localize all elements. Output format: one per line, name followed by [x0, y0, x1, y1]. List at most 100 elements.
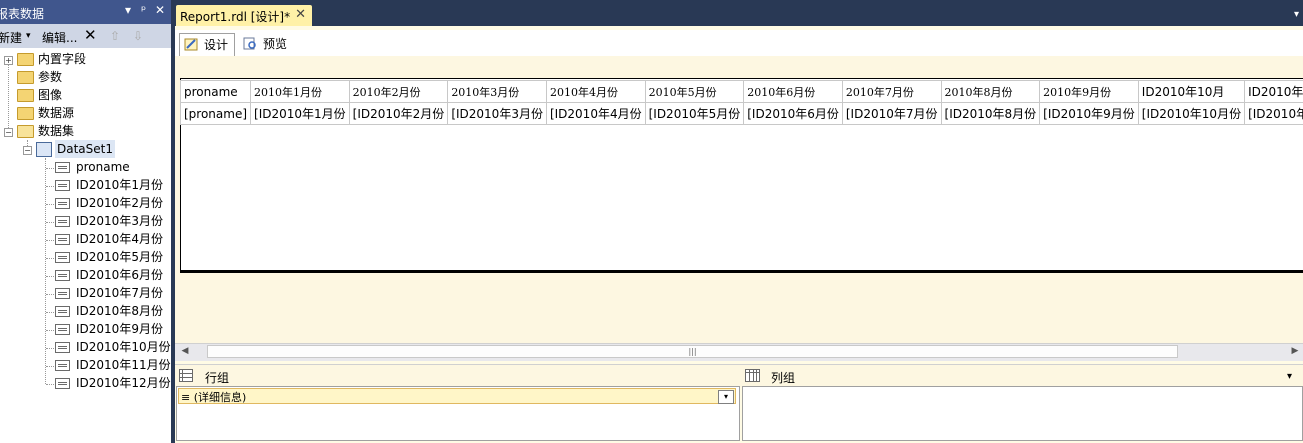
scrollbar-thumb[interactable]: |||: [207, 345, 1178, 358]
data-cell[interactable]: [ID2010年1月份: [250, 102, 350, 125]
scroll-right-icon[interactable]: ▶: [1288, 345, 1302, 358]
field-icon: [55, 270, 70, 281]
tree-item-builtin-fields[interactable]: 内置字段: [38, 50, 86, 68]
tree-item-field[interactable]: ID2010年10月份: [76, 338, 171, 356]
folder-icon: [17, 107, 34, 120]
column-groups-list[interactable]: [742, 386, 1303, 441]
folder-icon: [17, 71, 34, 84]
panel-dropdown-icon[interactable]: ▾: [125, 3, 131, 17]
header-cell[interactable]: 2010年5月份: [644, 80, 745, 103]
header-cell[interactable]: 2010年7月份: [841, 80, 942, 103]
folder-icon: [17, 89, 34, 102]
data-cell[interactable]: [ID2010年3月份: [447, 102, 547, 125]
tree-item-field[interactable]: ID2010年6月份: [76, 266, 163, 284]
row-groups-label: 行组: [205, 371, 230, 385]
table-row: [proname] [ID2010年1月份 [ID2010年2月份 [ID201…: [179, 102, 1303, 125]
move-down-icon[interactable]: ⇩: [133, 29, 143, 43]
tree-item-field[interactable]: proname: [76, 158, 130, 176]
field-icon: [55, 288, 70, 299]
header-cell[interactable]: 2010年9月份: [1039, 80, 1139, 103]
detail-group-label: ≡ (详细信息): [181, 391, 247, 404]
detail-group-item[interactable]: ≡ (详细信息) ▾: [178, 388, 736, 404]
data-cell[interactable]: [ID2010年2月份: [348, 102, 449, 125]
tree-item-datasets[interactable]: 数据集: [38, 122, 74, 140]
tree-item-data-sources[interactable]: 数据源: [38, 104, 74, 122]
report-tablix[interactable]: proname 2010年1月份 2010年2月份 2010年3月份 2010年…: [179, 80, 1303, 125]
new-dropdown-icon[interactable]: ▾: [26, 31, 31, 41]
new-button[interactable]: 新建: [0, 29, 22, 46]
header-cell[interactable]: 2010年8月份: [940, 80, 1041, 103]
open-folder-icon: [17, 125, 34, 138]
document-tab-report1[interactable]: Report1.rdl [设计]* ✕: [176, 5, 312, 26]
header-cell[interactable]: 2010年1月份: [250, 80, 350, 103]
tree-item-field[interactable]: ID2010年2月份: [76, 194, 163, 212]
data-cell[interactable]: [ID2010年5月份: [644, 102, 745, 125]
tab-preview-label: 预览: [263, 37, 288, 51]
data-cell[interactable]: [proname]: [179, 102, 252, 125]
view-tabs: 设计 预览: [175, 30, 1303, 57]
row-groups-icon: [179, 369, 193, 382]
header-cell[interactable]: 2010年6月份: [743, 80, 843, 103]
data-cell[interactable]: [ID2010年6月份: [743, 102, 843, 125]
field-icon: [55, 234, 70, 245]
header-cell[interactable]: 2010年2月份: [348, 80, 449, 103]
tree-item-field[interactable]: ID2010年4月份: [76, 230, 163, 248]
field-icon: [55, 360, 70, 371]
tab-list-dropdown-icon[interactable]: ▾: [1294, 9, 1299, 20]
tab-preview[interactable]: 预览: [239, 33, 293, 55]
collapse-icon[interactable]: −: [4, 128, 13, 137]
pin-icon[interactable]: ᵖ: [141, 3, 146, 17]
tree-item-images[interactable]: 图像: [38, 86, 62, 104]
column-groups-label: 列组: [771, 371, 796, 385]
scroll-left-icon[interactable]: ◀: [178, 345, 192, 358]
preview-icon: [243, 37, 256, 50]
data-cell[interactable]: [ID2010年11月: [1244, 102, 1303, 125]
grouping-dropdown-icon[interactable]: ▾: [1287, 371, 1292, 382]
delete-icon[interactable]: ✕: [84, 26, 97, 44]
field-icon: [55, 342, 70, 353]
tree-item-field[interactable]: ID2010年8月份: [76, 302, 163, 320]
column-groups-icon: [745, 369, 760, 382]
close-tab-icon[interactable]: ✕: [295, 7, 306, 22]
data-cell[interactable]: [ID2010年10月份: [1137, 102, 1246, 125]
tree-item-dataset1[interactable]: DataSet1: [55, 140, 115, 158]
field-icon: [55, 198, 70, 209]
move-up-icon[interactable]: ⇧: [110, 29, 120, 43]
edit-button[interactable]: 编辑...: [42, 29, 77, 46]
header-cell[interactable]: proname: [179, 80, 252, 103]
table-header-row: proname 2010年1月份 2010年2月份 2010年3月份 2010年…: [179, 80, 1303, 103]
data-cell[interactable]: [ID2010年4月份: [545, 102, 646, 125]
tree-item-field[interactable]: ID2010年9月份: [76, 320, 163, 338]
header-cell[interactable]: 2010年4月份: [545, 80, 646, 103]
data-cell[interactable]: [ID2010年8月份: [940, 102, 1041, 125]
close-icon[interactable]: ✕: [155, 3, 165, 17]
panel-title-bar: 报表数据 ▾ ᵖ ✕: [0, 0, 171, 24]
tree-item-field[interactable]: ID2010年1月份: [76, 176, 163, 194]
field-icon: [55, 216, 70, 227]
document-tab-strip: [175, 0, 1303, 26]
tree-item-field[interactable]: ID2010年3月份: [76, 212, 163, 230]
collapse-icon[interactable]: −: [23, 146, 32, 155]
data-cell[interactable]: [ID2010年9月份: [1039, 102, 1139, 125]
tree-item-field[interactable]: ID2010年7月份: [76, 284, 163, 302]
field-icon: [55, 324, 70, 335]
design-icon: [184, 38, 198, 51]
expand-icon[interactable]: +: [4, 56, 13, 65]
header-cell[interactable]: ID2010年10月: [1137, 80, 1246, 103]
data-cell[interactable]: [ID2010年7月份: [841, 102, 942, 125]
tree-item-field[interactable]: ID2010年12月份: [76, 374, 171, 392]
tab-design-label: 设计: [204, 38, 229, 52]
detail-group-dropdown-icon[interactable]: ▾: [718, 390, 734, 404]
panel-toolbar: 新建 ▾ 编辑... ✕ ⇧ ⇩: [0, 24, 171, 48]
field-icon: [55, 252, 70, 263]
tree-item-field[interactable]: ID2010年11月份: [76, 356, 171, 374]
folder-icon: [17, 53, 34, 66]
dataset-icon: [36, 142, 52, 157]
report-data-panel: 报表数据 ▾ ᵖ ✕ 新建 ▾ 编辑... ✕ ⇧ ⇩ + 内置字段 参数 图像…: [0, 0, 171, 443]
tree-item-field[interactable]: ID2010年5月份: [76, 248, 163, 266]
header-cell[interactable]: 2010年3月份: [447, 80, 547, 103]
tree-item-parameters[interactable]: 参数: [38, 68, 62, 86]
tab-design[interactable]: 设计: [179, 33, 236, 57]
field-icon: [55, 378, 70, 389]
header-cell[interactable]: ID2010年11月: [1244, 80, 1303, 103]
